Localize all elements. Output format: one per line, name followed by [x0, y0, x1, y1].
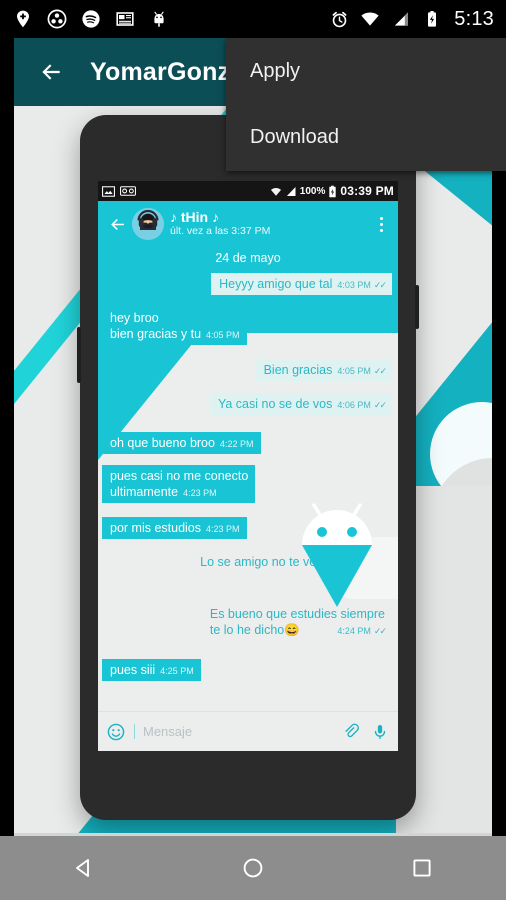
chat-message-in[interactable]: oh que bueno broo 4:22 PM [102, 432, 261, 454]
message-text: pues casi no me conecto [110, 469, 249, 483]
read-ticks-icon: ✓✓ [373, 400, 387, 410]
message-time: 4:25 PM [160, 666, 194, 676]
message-text: Bien gracias [263, 363, 333, 377]
message-input[interactable]: Mensaje [143, 724, 334, 739]
phone-volume-button [77, 327, 81, 383]
chat-message-in[interactable]: hey broo bien gracias y tu 4:05 PM [102, 307, 247, 345]
message-text-2: te lo he dicho😄 [209, 623, 300, 637]
app-screen: 5:13 YomarGonzalez 100% 03:39 PM ♪ tHin … [0, 0, 506, 900]
chat-contact-status: últ. vez a las 3:37 PM [170, 224, 271, 237]
message-time: 4:05 PM [206, 330, 240, 340]
nav-home-button[interactable] [223, 844, 283, 892]
signal-icon [390, 8, 412, 30]
chat-message-out[interactable]: Bien gracias 4:05 PM ✓✓ [255, 359, 392, 381]
chat-header: ♪ tHin ♪ últ. vez a las 3:37 PM [98, 201, 398, 247]
chat-contact-name: ♪ tHin ♪ [170, 209, 219, 226]
wallpaper-preview[interactable]: 100% 03:39 PM ♪ tHin ♪ últ. vez a las 3:… [14, 106, 492, 836]
back-arrow-icon [42, 64, 60, 80]
back-triangle-icon [76, 859, 90, 877]
message-time: 4:23 PM [183, 488, 217, 498]
chat-message-out[interactable]: Ya casi no se de vos 4:06 PM ✓✓ [209, 393, 392, 415]
chat-overflow-button[interactable] [370, 216, 392, 232]
chat-back-button[interactable] [104, 215, 130, 234]
soccer-ball-icon [46, 8, 68, 30]
voicemail-icon [120, 186, 136, 196]
battery-charging-icon [329, 185, 337, 197]
wifi-icon [359, 8, 381, 30]
dot [379, 228, 383, 232]
message-text-2: ultimamente [110, 485, 179, 499]
news-feed-icon [114, 8, 136, 30]
phone-power-button [415, 285, 419, 329]
home-circle-icon [243, 858, 263, 878]
message-text: por mis estudios [110, 521, 202, 535]
message-text: pues siii [110, 663, 156, 677]
inner-status-left [102, 185, 136, 197]
chat-message-in[interactable]: pues siii 4:25 PM [102, 659, 201, 681]
location-plus-icon [12, 8, 34, 30]
dot [379, 216, 383, 220]
avatar[interactable] [132, 208, 164, 240]
navigation-bar [0, 833, 506, 900]
phone-screen: 100% 03:39 PM ♪ tHin ♪ últ. vez a las 3:… [98, 181, 398, 751]
message-text: oh que bueno broo [110, 436, 215, 450]
message-text: Heyyy amigo que tal [219, 277, 333, 291]
overflow-menu[interactable]: Apply Download [226, 38, 506, 171]
phone-mockup: 100% 03:39 PM ♪ tHin ♪ últ. vez a las 3:… [77, 115, 419, 820]
paperclip-icon[interactable] [342, 722, 362, 742]
chat-message-in[interactable]: pues casi no me conecto ultimamente 4:23 … [102, 465, 256, 503]
message-time: 4:06 PM [337, 400, 371, 410]
chat-message-out[interactable]: Heyyy amigo que tal 4:03 PM ✓✓ [211, 273, 392, 295]
nav-back-button[interactable] [54, 844, 114, 892]
text-caret [134, 724, 135, 739]
back-button[interactable] [32, 53, 70, 91]
status-bar-clock: 5:13 [454, 7, 494, 30]
dot [379, 222, 383, 226]
date-divider: 24 de mayo [215, 251, 281, 265]
message-time: 4:23 PM [206, 524, 240, 534]
menu-item-download[interactable]: Download [226, 104, 506, 170]
message-time: 4:03 PM [337, 280, 371, 290]
message-text: hey broo [110, 311, 159, 325]
status-bar-system-icons: 5:13 [328, 8, 494, 31]
alarm-icon [328, 8, 350, 30]
chat-message-in[interactable]: por mis estudios 4:23 PM [102, 517, 247, 539]
inner-status-bar: 100% 03:39 PM [98, 181, 398, 201]
chat-contact-info: ♪ tHin ♪ últ. vez a las 3:37 PM [170, 210, 370, 237]
message-text-2: bien gracias y tu [110, 327, 202, 341]
android-robot-icon [294, 501, 380, 609]
message-time: 4:24 PM [337, 626, 371, 636]
system-status-bar: 5:13 [0, 0, 506, 38]
read-ticks-icon: ✓✓ [373, 366, 387, 376]
recents-square-icon [413, 859, 431, 877]
menu-item-apply[interactable]: Apply [226, 38, 506, 104]
nav-recents-button[interactable] [392, 844, 452, 892]
message-time: 4:05 PM [337, 366, 371, 376]
wifi-icon [270, 187, 281, 196]
gallery-icon [102, 185, 115, 197]
microphone-icon[interactable] [370, 722, 390, 742]
message-time: 4:22 PM [219, 439, 254, 449]
status-bar-notification-icons [12, 8, 170, 30]
inner-clock: 03:39 PM [340, 184, 394, 198]
battery-charging-icon [421, 8, 443, 30]
emoji-smiley-icon[interactable] [106, 722, 126, 742]
inner-status-right: 100% 03:39 PM [270, 184, 394, 198]
spotify-icon [80, 8, 102, 30]
chat-message-list[interactable]: 24 de mayo Heyyy amigo que tal 4:03 PM ✓✓ … [98, 247, 398, 751]
read-ticks-icon: ✓✓ [373, 626, 387, 636]
signal-icon [286, 186, 296, 196]
back-arrow-icon [110, 218, 124, 230]
battery-percent: 100% [299, 185, 326, 197]
read-ticks-icon: ✓✓ [373, 280, 387, 290]
android-head-icon [148, 8, 170, 30]
message-input-bar[interactable]: Mensaje [98, 711, 398, 751]
message-text: Ya casi no se de vos [217, 397, 333, 411]
